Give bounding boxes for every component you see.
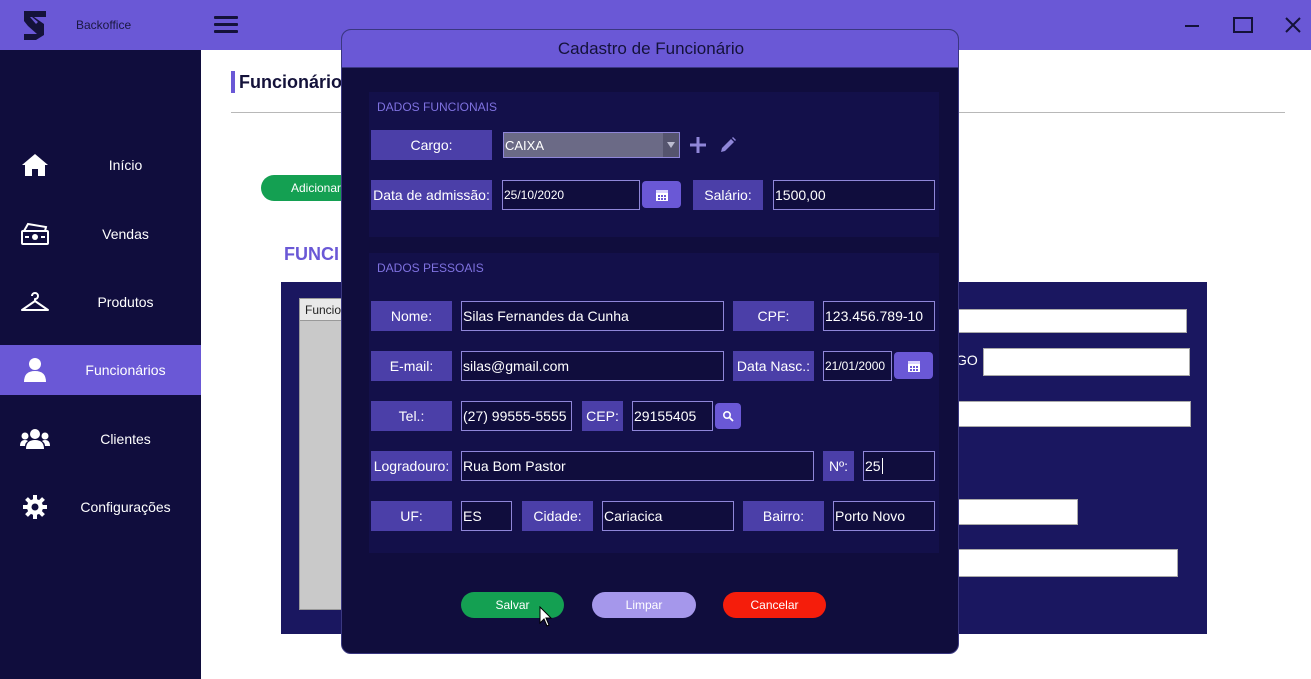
background-field — [957, 401, 1191, 427]
title-accent-bar — [231, 71, 235, 93]
logradouro-input[interactable]: Rua Bom Pastor — [461, 451, 814, 481]
admissao-label: Data de admissão: — [371, 180, 492, 210]
bairro-label: Bairro: — [743, 501, 824, 531]
dialog-header: Cadastro de Funcionário — [342, 30, 958, 68]
tel-label: Tel.: — [371, 401, 452, 431]
nome-input[interactable]: Silas Fernandes da Cunha — [461, 301, 724, 331]
maximize-icon[interactable] — [1228, 10, 1258, 40]
dialog-title: Cadastro de Funcionário — [557, 39, 745, 58]
personal-data-heading: DADOS PESSOAIS — [377, 261, 484, 275]
page-title: Funcionário — [239, 72, 342, 92]
chevron-down-icon[interactable] — [663, 133, 679, 157]
background-field — [983, 348, 1190, 376]
calendar-icon[interactable] — [642, 181, 681, 208]
clear-button[interactable]: Limpar — [592, 592, 696, 618]
uf-input[interactable]: ES — [461, 501, 512, 531]
cep-label: CEP: — [582, 401, 623, 431]
uf-label: UF: — [371, 501, 452, 531]
calendar-icon[interactable] — [894, 352, 933, 379]
text-caret — [881, 458, 883, 474]
email-label: E-mail: — [371, 351, 452, 381]
admissao-date-input[interactable]: 25/10/2020 — [502, 180, 640, 210]
tel-input[interactable]: (27) 99555-5555 — [461, 401, 572, 431]
menu-hamburger-icon[interactable] — [212, 14, 240, 36]
cargo-value: CAIXA — [505, 137, 545, 153]
background-field — [957, 549, 1178, 577]
bairro-input[interactable]: Porto Novo — [833, 501, 935, 531]
add-cargo-icon[interactable] — [688, 135, 708, 155]
user-icon — [20, 355, 50, 385]
close-icon[interactable] — [1278, 10, 1308, 40]
cancel-button[interactable]: Cancelar — [723, 592, 826, 618]
nome-label: Nome: — [371, 301, 452, 331]
email-field[interactable]: silas@gmail.com — [461, 351, 724, 381]
cpf-input[interactable]: 123.456.789-10 — [823, 301, 935, 331]
employee-registration-dialog: Cadastro de Funcionário DADOS FUNCIONAIS… — [341, 29, 959, 654]
cargo-select[interactable]: CAIXA — [503, 132, 680, 158]
sidebar-item-label: Clientes — [100, 431, 151, 447]
salario-label: Salário: — [693, 180, 763, 210]
sidebar-item-label: Vendas — [102, 226, 149, 242]
nasc-label: Data Nasc.: — [733, 351, 814, 381]
sidebar-item-label: Configurações — [80, 499, 171, 515]
mouse-pointer-icon — [539, 605, 553, 628]
users-icon — [20, 424, 50, 454]
numero-value: 25 — [865, 458, 881, 474]
cash-register-icon — [20, 219, 50, 249]
numero-input[interactable]: 25 — [863, 451, 935, 481]
cidade-input[interactable]: Cariacica — [602, 501, 734, 531]
background-field — [957, 499, 1078, 525]
sidebar-item-label: Funcionários — [85, 362, 166, 378]
sidebar-item-inicio[interactable]: Início — [0, 140, 201, 190]
background-label: GO — [956, 352, 978, 368]
logradouro-label: Logradouro: — [371, 451, 452, 481]
sidebar-item-label: Início — [108, 157, 143, 173]
nasc-date-input[interactable]: 21/01/2000 — [823, 351, 892, 381]
section-heading: FUNCI — [284, 244, 339, 264]
hanger-icon — [20, 287, 50, 317]
edit-cargo-icon[interactable] — [718, 135, 738, 155]
app-title: Backoffice — [76, 18, 132, 32]
functional-data-heading: DADOS FUNCIONAIS — [377, 100, 498, 114]
sidebar-item-produtos[interactable]: Produtos — [0, 277, 201, 327]
sidebar-item-funcionarios[interactable]: Funcionários — [0, 345, 201, 395]
sidebar-item-vendas[interactable]: Vendas — [0, 209, 201, 259]
app-logo-icon — [20, 9, 50, 41]
salario-input[interactable]: 1500,00 — [773, 180, 935, 210]
search-cep-icon[interactable] — [715, 403, 741, 429]
gear-icon — [20, 492, 50, 522]
sidebar-item-clientes[interactable]: Clientes — [0, 414, 201, 464]
numero-label: Nº: — [823, 451, 854, 481]
cargo-label: Cargo: — [371, 130, 492, 160]
minimize-icon[interactable] — [1177, 10, 1207, 40]
cpf-label: CPF: — [733, 301, 814, 331]
home-icon — [20, 150, 50, 180]
sidebar-item-configuracoes[interactable]: Configurações — [0, 482, 201, 532]
sidebar: Início Vendas Produtos Funcionários Clie… — [0, 50, 201, 679]
background-field — [957, 309, 1187, 333]
sidebar-item-label: Produtos — [97, 294, 154, 310]
cep-input[interactable]: 29155405 — [632, 401, 713, 431]
cidade-label: Cidade: — [522, 501, 593, 531]
